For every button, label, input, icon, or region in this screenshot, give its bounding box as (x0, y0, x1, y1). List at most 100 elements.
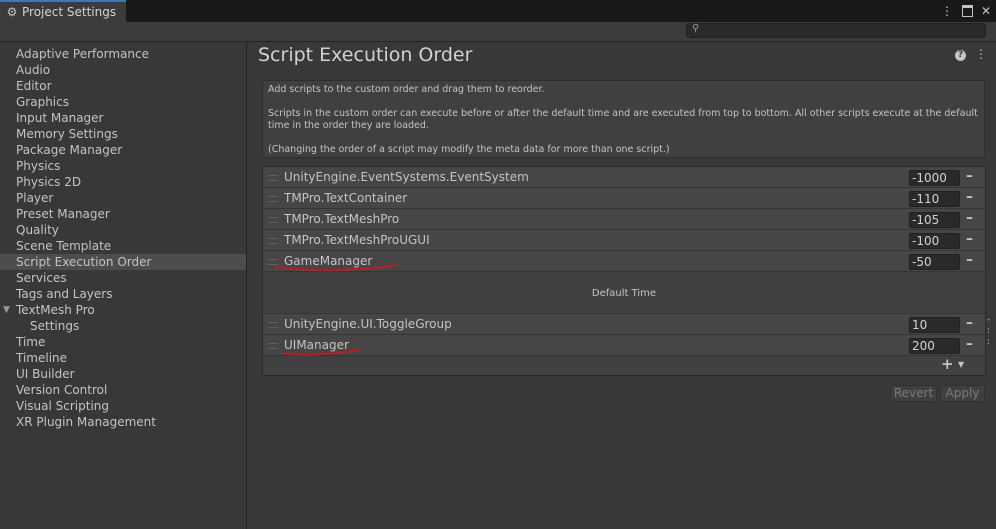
script-order-row[interactable]: GameManager -50– (263, 251, 985, 272)
sidebar-item-label: Player (16, 191, 54, 205)
sidebar-item-label: Preset Manager (16, 207, 110, 221)
execution-order-field[interactable]: -100 (909, 233, 960, 249)
remove-script-button[interactable]: – (966, 315, 973, 331)
drag-handle-icon[interactable] (268, 238, 278, 244)
settings-toolbar: ⚲ (0, 22, 996, 42)
sidebar-item[interactable]: Graphics (0, 94, 246, 110)
sidebar-item-label: Tags and Layers (16, 287, 113, 301)
execution-order-field[interactable]: -1000 (909, 170, 960, 186)
sidebar-item[interactable]: XR Plugin Management (0, 414, 246, 430)
default-time-row: Default Time (263, 272, 985, 314)
maximize-icon[interactable] (962, 5, 973, 17)
apply-button[interactable]: Apply (940, 385, 985, 402)
sidebar-item[interactable]: Timeline (0, 350, 246, 366)
sidebar-item[interactable]: Physics (0, 158, 246, 174)
close-icon[interactable]: ✕ (978, 4, 994, 18)
sidebar-item-label: Physics 2D (16, 175, 82, 189)
sidebar-item[interactable]: Services (0, 270, 246, 286)
gear-icon: ⚙ (6, 5, 18, 19)
sidebar-item-label: Time (16, 335, 46, 349)
script-name: TMPro.TextMeshPro (284, 212, 400, 226)
drag-handle-icon[interactable] (268, 259, 278, 265)
remove-script-button[interactable]: – (966, 252, 973, 268)
drag-handle-icon[interactable] (268, 322, 278, 328)
drag-handle-icon[interactable] (268, 217, 278, 223)
help-text: Add scripts to the custom order and drag… (268, 84, 545, 95)
add-script-button[interactable]: + (941, 355, 954, 373)
sidebar-item[interactable]: Settings (0, 318, 246, 334)
remove-script-button[interactable]: – (966, 210, 973, 226)
sidebar-item[interactable]: Physics 2D (0, 174, 246, 190)
sidebar-item[interactable]: Time (0, 334, 246, 350)
sidebar-item-label: Script Execution Order (16, 255, 152, 269)
sidebar-item[interactable]: Tags and Layers (0, 286, 246, 302)
remove-script-button[interactable]: – (966, 336, 973, 352)
sidebar-item-label: TextMesh Pro (16, 303, 95, 317)
sidebar-item-label: Memory Settings (16, 127, 118, 141)
sidebar-item[interactable]: Version Control (0, 382, 246, 398)
drag-handle-icon[interactable] (268, 175, 278, 181)
sidebar-item-label: Editor (16, 79, 52, 93)
script-order-row[interactable]: UIManager 200– (263, 335, 985, 356)
help-text: (Changing the order of a script may modi… (268, 144, 670, 155)
sidebar-item[interactable]: Scene Template (0, 238, 246, 254)
page-title: Script Execution Order (258, 44, 473, 66)
execution-order-field[interactable]: -50 (909, 254, 960, 270)
default-time-label: Default Time (591, 288, 657, 299)
sidebar-item[interactable]: ▼ TextMesh Pro (0, 302, 246, 318)
sidebar-item[interactable]: Memory Settings (0, 126, 246, 142)
more-vert-icon[interactable]: ⋮ (975, 47, 987, 61)
sidebar-item-label: Visual Scripting (16, 399, 109, 413)
remove-script-button[interactable]: – (966, 189, 973, 205)
sidebar-item-label: Audio (16, 63, 51, 77)
sidebar-item-label: Services (16, 271, 67, 285)
help-text: Scripts in the custom order can execute … (268, 108, 978, 131)
sidebar-item[interactable]: Script Execution Order (0, 254, 246, 270)
script-name: TMPro.TextMeshProUGUI (284, 233, 430, 247)
more-vert-icon[interactable]: ⋮ (939, 4, 955, 18)
search-input[interactable]: ⚲ (686, 23, 986, 38)
execution-order-field[interactable]: 10 (909, 317, 960, 333)
script-order-list: Default Time UnityEngine.EventSystems.Ev… (262, 166, 986, 376)
window-tab-bar: ⚙ Project Settings ⋮ ✕ (0, 0, 996, 22)
sidebar-item[interactable]: Audio (0, 62, 246, 78)
sidebar-item-label: Graphics (16, 95, 69, 109)
execution-order-field[interactable]: -110 (909, 191, 960, 207)
script-name: TMPro.TextContainer (284, 191, 408, 205)
sidebar-item[interactable]: Quality (0, 222, 246, 238)
execution-order-field[interactable]: 200 (909, 338, 960, 354)
sidebar-item[interactable]: Preset Manager (0, 206, 246, 222)
sidebar-item-label: Version Control (16, 383, 108, 397)
script-order-row[interactable]: TMPro.TextContainer -110– (263, 188, 985, 209)
sidebar-item[interactable]: Input Manager (0, 110, 246, 126)
sidebar-item-label: Settings (30, 319, 80, 333)
drag-handle-icon[interactable] (268, 196, 278, 202)
script-name: UnityEngine.EventSystems.EventSystem (284, 170, 529, 184)
fold-arrow-icon[interactable]: ▼ (3, 302, 10, 318)
sidebar-item[interactable]: Package Manager (0, 142, 246, 158)
drag-handle-icon[interactable] (268, 343, 278, 349)
script-order-row[interactable]: TMPro.TextMeshPro -105– (263, 209, 985, 230)
script-order-row[interactable]: UnityEngine.UI.ToggleGroup 10– (263, 314, 985, 335)
script-order-row[interactable]: UnityEngine.EventSystems.EventSystem -100… (263, 167, 985, 188)
project-settings-tab[interactable]: ⚙ Project Settings (0, 0, 126, 22)
script-order-row[interactable]: TMPro.TextMeshProUGUI -100– (263, 230, 985, 251)
sidebar-item-label: Physics (16, 159, 61, 173)
remove-script-button[interactable]: – (966, 168, 973, 184)
tab-title: Project Settings (22, 5, 117, 19)
sidebar-item[interactable]: Editor (0, 78, 246, 94)
execution-order-field[interactable]: -105 (909, 212, 960, 228)
sidebar-item[interactable]: UI Builder (0, 366, 246, 382)
script-name: GameManager (284, 254, 373, 268)
help-icon[interactable]: ? (955, 50, 966, 61)
chevron-down-icon[interactable]: ▼ (958, 360, 964, 369)
sidebar-item-label: Scene Template (16, 239, 112, 253)
sidebar-item[interactable]: Visual Scripting (0, 398, 246, 414)
script-name: UIManager (284, 338, 349, 352)
sidebar-item[interactable]: Player (0, 190, 246, 206)
sidebar-item[interactable]: Adaptive Performance (0, 46, 246, 62)
help-box: Add scripts to the custom order and drag… (262, 80, 985, 158)
remove-script-button[interactable]: – (966, 231, 973, 247)
settings-sidebar: Adaptive Performance Audio Editor Graphics I… (0, 42, 247, 529)
revert-button[interactable]: Revert (890, 385, 937, 402)
